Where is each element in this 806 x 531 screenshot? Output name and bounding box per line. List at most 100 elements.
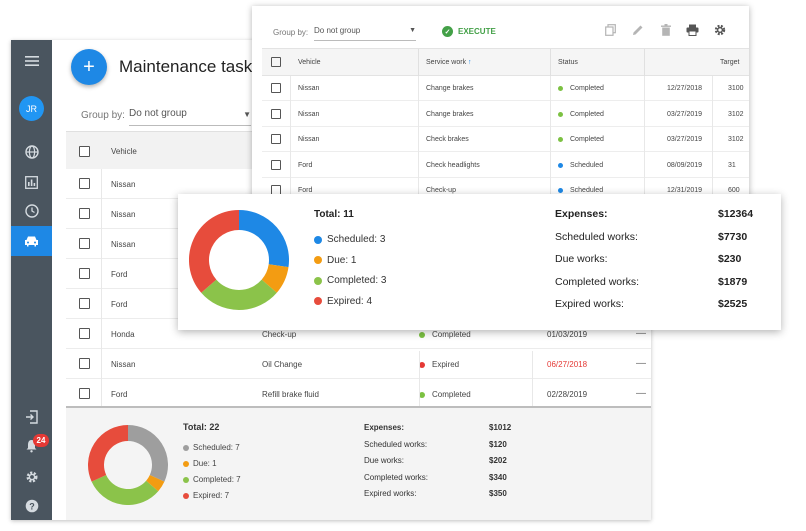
expense-label: Expired works: [555, 298, 624, 310]
status-dot [419, 331, 425, 338]
copy-icon[interactable] [605, 24, 616, 39]
menu-icon[interactable] [11, 46, 52, 76]
cell-target: 3102 [728, 110, 744, 118]
table-row[interactable]: Nissan Change brakes Completed 03/27/2019 31… [262, 102, 749, 127]
cell-vehicle: Nissan [111, 210, 136, 219]
car-icon[interactable] [11, 226, 52, 256]
table-row[interactable]: Nissan Check brakes Completed 03/27/2019 310… [262, 127, 749, 152]
cell-service-work: Refill brake fluid [262, 390, 319, 399]
legend-dot [314, 276, 322, 285]
legend-label: Expired: 7 [193, 491, 230, 500]
cell-status: Completed [558, 85, 604, 92]
page-title: Maintenance tasks [119, 57, 261, 76]
notifications-badge: 24 [33, 434, 49, 447]
settings-icon[interactable] [714, 24, 726, 39]
logout-icon[interactable] [11, 402, 52, 432]
table-row[interactable]: Ford Check headlights Scheduled 08/09/2019 3… [262, 153, 749, 178]
expense-value: $340 [489, 472, 507, 482]
status-text: Completed [570, 136, 604, 143]
status-text: Completed [570, 85, 604, 92]
summary-total: Total: 22 [183, 422, 220, 432]
cell-service-work: Change brakes [426, 85, 474, 92]
cell-vehicle: Ford [298, 187, 313, 194]
column-header-service-work[interactable]: Service work ↑ [426, 59, 472, 66]
expense-value: $7730 [718, 230, 748, 243]
globe-icon[interactable] [11, 137, 52, 167]
trash-icon[interactable] [661, 24, 671, 39]
table-header: Vehicle Service work ↑ Status Target [262, 48, 749, 77]
donut-slice [201, 279, 277, 310]
row-checkbox[interactable] [79, 358, 90, 369]
cell-vehicle: Nissan [111, 180, 136, 189]
status-donut-chart [189, 210, 289, 310]
bar-chart-icon[interactable] [11, 167, 52, 197]
row-checkbox[interactable] [79, 268, 90, 279]
help-icon[interactable]: ? [11, 491, 52, 521]
row-actions[interactable]: — [636, 388, 646, 399]
legend-label: Due: 1 [327, 254, 357, 266]
cell-service-work: Check-up [426, 187, 456, 194]
legend-dot [314, 297, 322, 305]
row-checkbox[interactable] [271, 134, 281, 144]
row-checkbox[interactable] [79, 208, 90, 219]
select-all-checkbox[interactable] [271, 57, 281, 67]
status-text: Completed [432, 330, 471, 339]
add-task-button[interactable]: + [71, 49, 107, 85]
status-dot [558, 86, 563, 91]
select-all-checkbox[interactable] [79, 146, 90, 157]
summary-popup: Total: 11 Scheduled: 3 Due: 1 Completed: 3… [178, 194, 781, 330]
legend-item: Expired: 4 [314, 296, 372, 307]
legend-item: Expired: 7 [183, 491, 229, 500]
clock-icon[interactable] [11, 196, 52, 226]
legend-label: Expired: 4 [327, 295, 373, 307]
table-row[interactable]: Nissan Change brakes Completed 12/27/2018 31… [262, 76, 749, 101]
row-checkbox[interactable] [271, 83, 281, 93]
cell-vehicle: Ford [111, 300, 128, 309]
row-actions[interactable]: — [636, 358, 646, 369]
execute-button[interactable]: ✓ EXECUTE [442, 26, 496, 37]
group-by-select[interactable]: Do not group ▼ [314, 26, 416, 41]
cell-vehicle: Nissan [111, 240, 136, 249]
row-checkbox[interactable] [79, 238, 90, 249]
cell-date: 01/03/2019 [547, 330, 588, 339]
row-checkbox[interactable] [271, 159, 281, 170]
table-row[interactable]: Nissan Oil Change Expired 06/27/2018 — [66, 349, 651, 379]
svg-text:?: ? [29, 501, 35, 511]
summary-total: Total: 11 [314, 209, 354, 220]
summary-panel: Total: 22 Scheduled: 7 Due: 1 Completed: 7… [66, 406, 651, 520]
edit-icon[interactable] [632, 24, 644, 39]
cell-date: 02/28/2019 [547, 390, 588, 399]
expense-value: $2525 [718, 298, 748, 310]
cell-service-work: Check brakes [426, 136, 469, 143]
legend-dot [183, 476, 189, 483]
cell-vehicle: Ford [298, 161, 313, 169]
status-dot [558, 137, 563, 142]
cell-target: 600 [728, 187, 740, 194]
cell-service-work: Oil Change [262, 360, 303, 369]
row-checkbox[interactable] [79, 388, 90, 399]
expense-label: Completed works: [364, 472, 429, 482]
group-by-select[interactable]: Do not group ▼ [129, 108, 251, 126]
row-checkbox[interactable] [79, 328, 90, 339]
expense-value: $12364 [718, 208, 754, 220]
gear-icon[interactable] [11, 462, 52, 492]
status-dot [558, 111, 563, 117]
legend-dot [314, 256, 322, 264]
legend-item: Completed: 3 [314, 275, 386, 286]
group-by-value: Do not group [129, 108, 187, 119]
donut-slice [91, 474, 159, 505]
expense-label: Scheduled works: [555, 230, 638, 243]
row-checkbox[interactable] [79, 178, 90, 189]
print-icon[interactable] [686, 24, 699, 39]
execute-label: EXECUTE [458, 27, 496, 36]
cell-status: Scheduled [558, 187, 603, 194]
avatar[interactable]: JR [19, 96, 44, 121]
row-checkbox[interactable] [271, 108, 281, 119]
expense-label: Completed works: [555, 275, 640, 288]
table-row[interactable]: Ford Refill brake fluid Completed 02/28/201… [66, 379, 651, 409]
legend-item: Scheduled: 3 [314, 234, 385, 245]
legend-item: Completed: 7 [183, 475, 241, 484]
cell-vehicle: Nissan [298, 110, 320, 118]
cell-date: 08/09/2019 [667, 161, 703, 169]
row-checkbox[interactable] [79, 298, 90, 309]
